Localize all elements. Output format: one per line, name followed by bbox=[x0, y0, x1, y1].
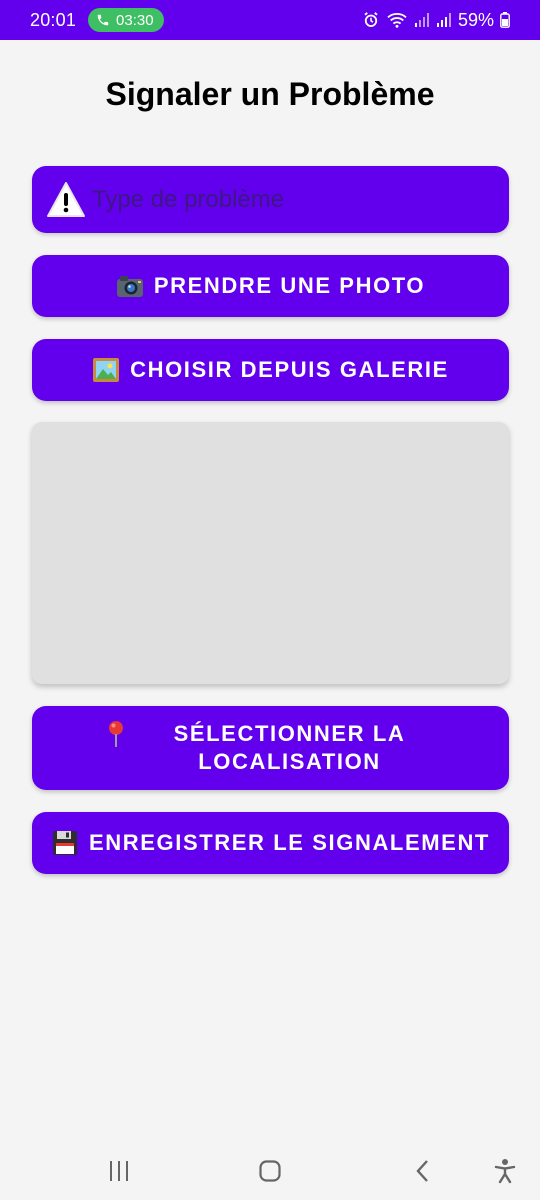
choose-gallery-button[interactable]: CHOISIR DEPUIS GALERIE bbox=[32, 339, 509, 401]
back-icon[interactable] bbox=[408, 1158, 438, 1184]
picture-icon bbox=[92, 356, 120, 384]
take-photo-button[interactable]: PRENDRE UNE PHOTO bbox=[32, 255, 509, 317]
status-left: 20:01 03:30 bbox=[30, 8, 164, 32]
battery-icon bbox=[500, 12, 510, 28]
pin-icon bbox=[102, 720, 130, 748]
save-report-label: ENREGISTRER LE SIGNALEMENT bbox=[89, 830, 490, 855]
signal-icon bbox=[414, 12, 430, 28]
problem-type-input[interactable] bbox=[92, 185, 492, 214]
home-icon[interactable] bbox=[255, 1158, 285, 1184]
page-title: Signaler un Problème bbox=[105, 76, 435, 112]
choose-gallery-label: CHOISIR DEPUIS GALERIE bbox=[130, 357, 449, 382]
recent-apps-icon[interactable] bbox=[104, 1158, 134, 1184]
call-indicator[interactable]: 03:30 bbox=[88, 8, 164, 32]
wifi-icon bbox=[386, 11, 408, 29]
status-right: 59% bbox=[362, 10, 510, 31]
signal-icon-2 bbox=[436, 12, 452, 28]
status-bar: 20:01 03:30 59% bbox=[0, 0, 540, 40]
warning-icon bbox=[46, 180, 86, 220]
select-location-button[interactable]: SÉLECTIONNER LA LOCALISATION bbox=[32, 706, 509, 790]
floppy-disk-icon bbox=[51, 829, 79, 857]
image-preview bbox=[32, 422, 509, 684]
call-duration: 03:30 bbox=[116, 11, 154, 29]
navigation-bar bbox=[0, 1140, 540, 1200]
take-photo-label: PRENDRE UNE PHOTO bbox=[153, 273, 426, 298]
battery-percent: 59% bbox=[457, 9, 494, 30]
save-report-button[interactable]: ENREGISTRER LE SIGNALEMENT bbox=[32, 812, 509, 874]
problem-type-field[interactable] bbox=[32, 166, 509, 233]
camera-icon bbox=[116, 272, 144, 300]
select-location-label: SÉLECTIONNER LA LOCALISATION bbox=[173, 721, 406, 774]
accessibility-icon[interactable] bbox=[490, 1158, 520, 1184]
status-time: 20:01 bbox=[30, 9, 77, 30]
alarm-icon bbox=[362, 11, 380, 29]
phone-icon bbox=[96, 13, 110, 27]
